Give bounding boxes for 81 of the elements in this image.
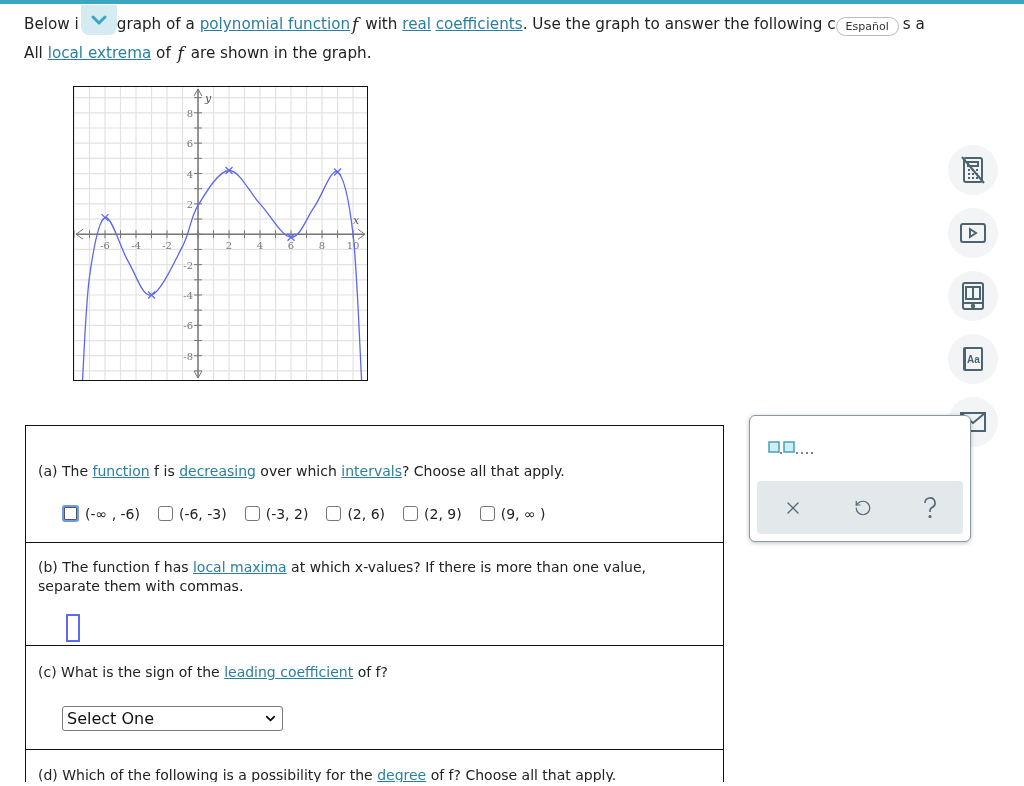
- dictionary-icon: Aa: [963, 347, 983, 371]
- term-link[interactable]: real: [402, 10, 432, 39]
- term-link[interactable]: intervals: [341, 463, 402, 479]
- y-tick-label: 4: [186, 168, 193, 180]
- x-tick-label: -6: [100, 240, 110, 252]
- option-label: (2, 6): [347, 505, 386, 522]
- math-variable: f: [175, 42, 186, 65]
- sign-dropdown[interactable]: Select One: [62, 706, 283, 731]
- x-tick-label: -4: [131, 240, 141, 252]
- checkbox[interactable]: [244, 506, 260, 521]
- sentence-text: graph of a: [116, 14, 196, 35]
- collapse-tab[interactable]: [80, 4, 117, 35]
- extremum-marker: [224, 166, 234, 175]
- play-icon: [960, 223, 986, 243]
- term-link[interactable]: leading coefficient: [224, 664, 354, 680]
- x-tick-label: 8: [318, 240, 326, 252]
- sentence-text: Below i: [24, 14, 79, 35]
- x-tick-label: 6: [287, 240, 295, 252]
- language-button[interactable]: Español: [835, 17, 899, 36]
- question-text: (c) What is the sign of the leading coefficient of f?: [38, 663, 389, 682]
- term-link[interactable]: decreasing: [179, 463, 256, 479]
- question-text: (d) Which of the following is a possibility for the degree of f? Choose all that apply.: [38, 766, 618, 782]
- term-link[interactable]: function: [92, 463, 150, 479]
- math-variable: f: [350, 13, 361, 36]
- term-link[interactable]: polynomial function: [199, 10, 351, 39]
- option-label: (-3, 2): [265, 505, 309, 522]
- sentence-text: of: [155, 43, 172, 64]
- option-checkbox[interactable]: (9, ∞ ): [479, 505, 546, 522]
- option-checkbox[interactable]: (-∞ , -6): [62, 505, 140, 522]
- question-text: (b) The function f has local maxima at which x-values? If there is more than one value, separate them with commas.: [38, 558, 648, 596]
- tool-button[interactable]: [948, 271, 998, 321]
- checkbox[interactable]: [479, 506, 495, 521]
- option-label: (-∞ , -6): [85, 505, 140, 522]
- option-checkbox[interactable]: (2, 9): [403, 505, 462, 522]
- sentence-text: with: [364, 14, 399, 35]
- help-button[interactable]: [923, 496, 938, 519]
- undo-icon: [854, 498, 872, 517]
- checkbox[interactable]: [326, 506, 342, 521]
- tool-button[interactable]: Aa: [948, 334, 998, 384]
- sentence-text: s a: [902, 14, 925, 35]
- sentence-text: All: [24, 43, 44, 64]
- option-checkbox[interactable]: (2, 6): [326, 505, 386, 522]
- y-tick-label: -6: [183, 320, 193, 332]
- option-label: (9, ∞ ): [500, 505, 546, 522]
- tool-button[interactable]: [948, 145, 998, 195]
- y-tick-label: 8: [186, 107, 193, 119]
- y-tick-label: -8: [183, 350, 193, 362]
- term-link[interactable]: coefficients: [435, 10, 523, 39]
- y-axis-label: y: [205, 92, 212, 105]
- sentence-text: are shown in the graph.: [189, 43, 372, 64]
- term-link[interactable]: local extrema: [47, 39, 152, 68]
- checkbox[interactable]: [157, 506, 173, 521]
- help-icon: [923, 496, 938, 519]
- book-icon: [962, 282, 984, 310]
- extremum-marker: [100, 213, 110, 222]
- term-link[interactable]: degree: [377, 767, 427, 782]
- option-checkbox[interactable]: (-6, -3): [157, 505, 227, 522]
- extremum-marker: [286, 233, 296, 242]
- sentence-text: . Use the graph to answer the following c: [522, 14, 836, 35]
- extremum-marker: [147, 290, 156, 300]
- checkbox[interactable]: [403, 506, 419, 521]
- x-tick-label: 2: [225, 240, 233, 252]
- y-tick-label: 6: [186, 138, 193, 150]
- y-tick-label: 2: [186, 198, 193, 210]
- option-checkbox[interactable]: (-3, 2): [244, 505, 309, 522]
- x-tick-label: 4: [256, 240, 264, 252]
- question-text: (a) The function f is decreasing over which intervals? Choose all that apply.: [38, 462, 566, 481]
- term-link[interactable]: local maxima: [192, 559, 287, 575]
- tool-button[interactable]: [948, 208, 998, 258]
- answer-field[interactable]: [66, 614, 80, 642]
- x-axis-label: x: [353, 214, 360, 228]
- option-label: (-6, -3): [178, 505, 227, 522]
- y-tick-label: -2: [183, 259, 193, 271]
- list-template-icon[interactable]: [768, 441, 814, 455]
- x-tick-label: -2: [162, 240, 172, 252]
- y-tick-label: -4: [183, 290, 193, 301]
- extremum-marker: [333, 167, 342, 177]
- option-label: (2, 9): [424, 505, 462, 522]
- undo-button[interactable]: [854, 498, 872, 517]
- checkbox[interactable]: [62, 505, 79, 522]
- calculator-crossed-icon: [961, 156, 985, 184]
